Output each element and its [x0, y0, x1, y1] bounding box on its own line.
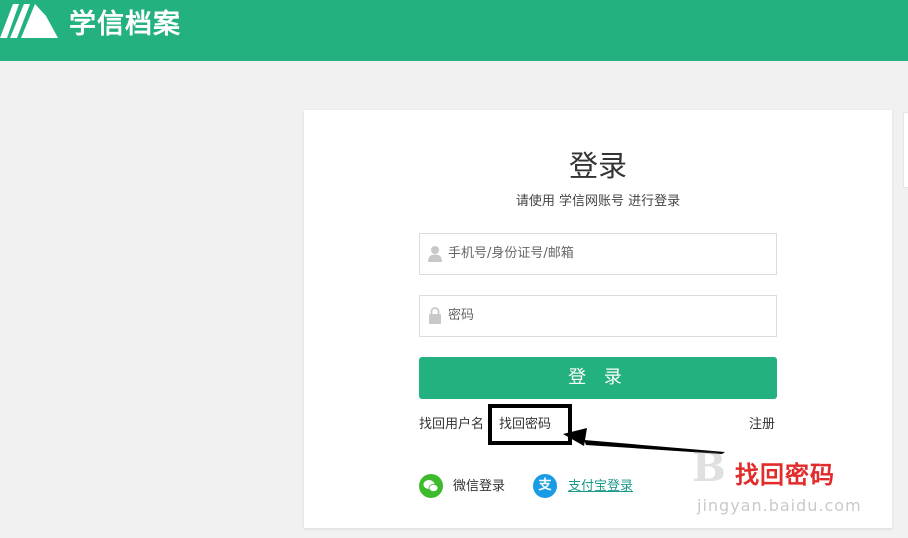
forgot-username-link[interactable]: 找回用户名 — [419, 416, 484, 434]
password-field[interactable] — [419, 295, 777, 337]
user-icon — [428, 246, 442, 262]
logo-icon — [0, 4, 58, 38]
username-input[interactable] — [448, 234, 768, 272]
wechat-icon[interactable] — [419, 474, 443, 498]
password-input[interactable] — [448, 296, 768, 334]
brand-title: 学信档案 — [69, 9, 181, 40]
wechat-bubbles-icon — [423, 480, 439, 492]
alipay-icon[interactable]: 支 — [533, 474, 557, 498]
username-field[interactable] — [419, 233, 777, 275]
login-title: 登录 — [568, 149, 627, 183]
wechat-login-link[interactable]: 微信登录 — [453, 478, 505, 496]
login-subtitle: 请使用 学信网账号 进行登录 — [515, 194, 681, 209]
alipay-glyph: 支 — [538, 478, 552, 493]
login-button[interactable]: 登 录 — [419, 357, 777, 399]
annotation-label: 找回密码 — [735, 461, 835, 489]
top-header: 学信档案 — [0, 0, 908, 61]
register-link[interactable]: 注册 — [749, 416, 775, 434]
lock-icon — [429, 307, 441, 324]
side-panel-edge — [903, 112, 908, 188]
watermark-text: jingyan.baidu.com — [697, 496, 862, 515]
alipay-login-link[interactable]: 支付宝登录 — [568, 478, 633, 496]
